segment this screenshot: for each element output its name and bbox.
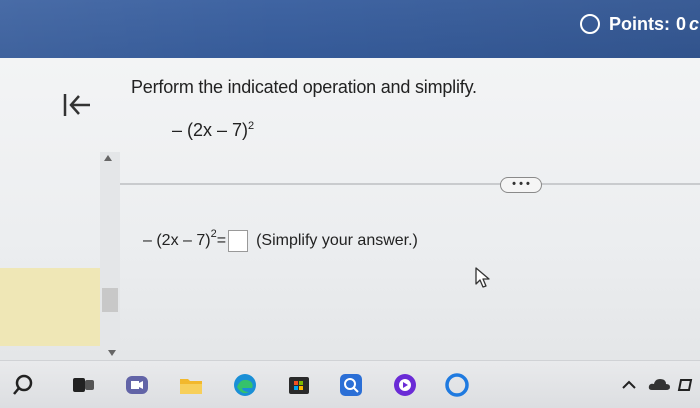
problem-base: – (2x – 7) <box>172 120 249 140</box>
problem-expression: – (2x – 7)2 <box>172 120 254 141</box>
video-call-icon[interactable] <box>124 372 150 398</box>
left-highlight-panel <box>0 268 100 346</box>
answer-hint: (Simplify your answer.) <box>256 232 418 249</box>
points-label: Points: <box>609 13 670 34</box>
cortana-icon[interactable] <box>444 372 470 398</box>
mouse-cursor-icon <box>474 266 492 290</box>
scrollbar[interactable] <box>100 152 120 357</box>
answer-exponent: 2 <box>210 228 217 240</box>
back-to-start-icon[interactable] <box>62 92 92 118</box>
answer-input[interactable] <box>228 230 249 252</box>
points-circle-icon <box>580 14 600 34</box>
points-trailing: c <box>689 13 700 34</box>
answer-equals: = <box>216 232 227 249</box>
scroll-down-icon[interactable] <box>108 350 116 356</box>
cloud-icon[interactable] <box>646 372 672 398</box>
battery-icon[interactable] <box>674 372 698 398</box>
store-icon[interactable] <box>286 372 312 398</box>
search-app-icon[interactable] <box>338 372 364 398</box>
question-instruction: Perform the indicated operation and simp… <box>131 77 477 97</box>
scroll-thumb[interactable] <box>102 288 118 312</box>
problem-exponent: 2 <box>248 120 255 132</box>
answer-base: – (2x – 7) <box>143 232 211 249</box>
music-app-icon[interactable] <box>392 372 418 398</box>
points-indicator: Points: 0 c <box>580 12 699 36</box>
points-value: 0 <box>676 13 687 34</box>
answer-row: – (2x – 7) 2 = (Simplify your answer.) <box>143 228 418 254</box>
scroll-up-icon[interactable] <box>104 155 112 161</box>
more-options-button[interactable]: • • • <box>500 177 542 193</box>
edge-browser-icon[interactable] <box>232 372 258 398</box>
show-hidden-icons-icon[interactable] <box>616 372 642 398</box>
task-view-icon[interactable] <box>70 372 96 398</box>
file-explorer-icon[interactable] <box>178 372 204 398</box>
section-divider <box>120 183 700 185</box>
search-icon[interactable] <box>10 372 36 398</box>
